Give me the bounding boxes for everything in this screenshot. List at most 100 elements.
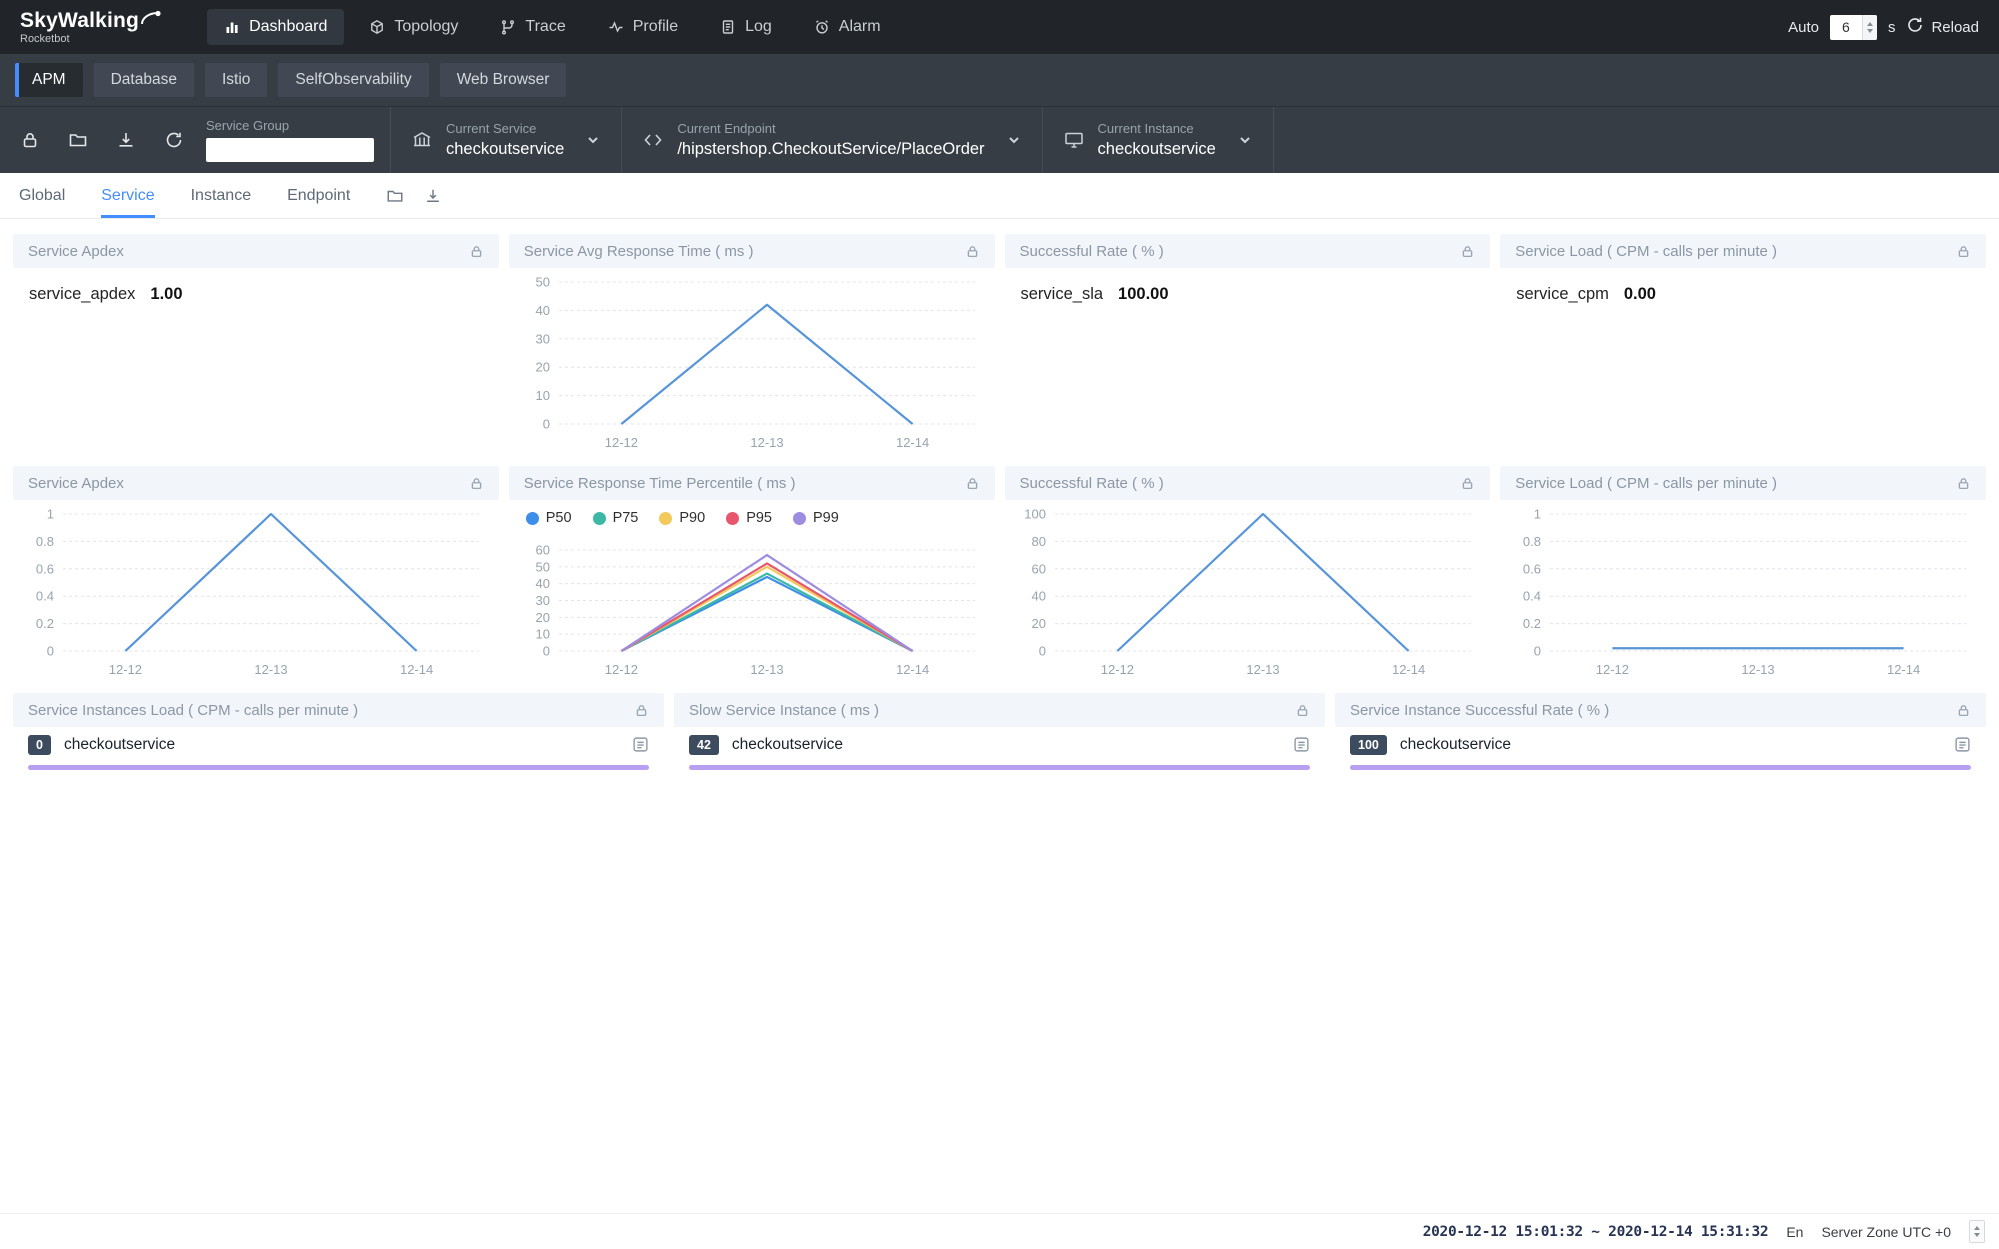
tab-instance[interactable]: Instance [191, 173, 251, 218]
nav-item-trace[interactable]: Trace [483, 9, 582, 45]
reload-button[interactable]: Reload [1906, 16, 1979, 38]
svg-text:12-13: 12-13 [750, 662, 783, 677]
legend-label: P50 [546, 510, 572, 526]
svg-text:0: 0 [1534, 644, 1541, 659]
auto-interval-value[interactable]: 6 [1830, 15, 1862, 40]
svg-text:1: 1 [47, 507, 54, 522]
metric-value: 1.00 [150, 285, 182, 304]
layer-tab-database[interactable]: Database [94, 63, 194, 97]
selector-label: Current Service [446, 121, 564, 136]
layer-tab-label: Database [111, 71, 177, 88]
svg-text:10: 10 [535, 388, 549, 403]
svg-text:0.6: 0.6 [36, 561, 54, 576]
legend-item-p50[interactable]: P50 [526, 510, 572, 526]
metric-value: 0.00 [1624, 285, 1656, 304]
card-row: Service Instances Load ( CPM - calls per… [13, 693, 1986, 781]
svg-text:20: 20 [1031, 616, 1045, 631]
lock-icon[interactable] [1956, 476, 1971, 491]
layer-tab-selfobservability[interactable]: SelfObservability [278, 63, 428, 97]
download-icon[interactable] [102, 130, 150, 150]
chevron-down-icon [1237, 132, 1253, 148]
list-item[interactable]: 100 checkoutservice [1350, 732, 1971, 757]
svg-text:0.6: 0.6 [1523, 561, 1541, 576]
layer-tab-istio[interactable]: Istio [205, 63, 267, 97]
nav-item-label: Log [745, 18, 772, 36]
lock-icon[interactable] [965, 244, 980, 259]
legend-item-p90[interactable]: P90 [659, 510, 705, 526]
list-icon[interactable] [1293, 736, 1310, 753]
svg-text:0: 0 [543, 644, 550, 659]
load-bar [689, 765, 1310, 770]
service-group-input[interactable] [206, 138, 374, 162]
lock-icon[interactable] [469, 244, 484, 259]
list-item[interactable]: 42 checkoutservice [689, 732, 1310, 757]
zone-stepper[interactable] [1969, 1220, 1985, 1243]
svg-text:12-14: 12-14 [896, 435, 929, 450]
selector-toolbar: Service Group Current Service checkoutse… [0, 107, 1999, 173]
auto-interval-input[interactable]: 6 [1830, 15, 1877, 40]
svg-text:20: 20 [535, 610, 549, 625]
lock-icon[interactable] [1460, 476, 1475, 491]
lock-icon[interactable] [1956, 703, 1971, 718]
nav-item-label: Trace [525, 18, 565, 36]
folder-icon[interactable] [386, 187, 404, 205]
list-item[interactable]: 0 checkoutservice [28, 732, 649, 757]
card-row: Service Apdex 00.20.40.60.8112-1212-1312… [13, 466, 1986, 683]
topology-icon [369, 19, 385, 35]
legend-item-p99[interactable]: P99 [793, 510, 839, 526]
lock-icon[interactable] [469, 476, 484, 491]
chevron-down-icon [585, 132, 601, 148]
service-apdex-chart: 00.20.40.60.8112-1212-1312-14 [13, 500, 499, 683]
nav-item-dashboard[interactable]: Dashboard [207, 9, 344, 45]
nav-item-alarm[interactable]: Alarm [797, 9, 898, 45]
lock-icon[interactable] [634, 703, 649, 718]
current-service-selector[interactable]: Current Service checkoutservice [391, 107, 621, 173]
nav-item-profile[interactable]: Profile [591, 9, 695, 45]
layer-tab-apm[interactable]: APM [15, 63, 83, 97]
legend-item-p75[interactable]: P75 [593, 510, 639, 526]
service-icon [411, 129, 433, 151]
lock-icon[interactable] [965, 476, 980, 491]
auto-reload-controls: Auto 6 s Reload [1788, 15, 1979, 40]
card-title: Successful Rate ( % ) [1020, 475, 1164, 492]
lock-icon[interactable] [1295, 703, 1310, 718]
language-toggle[interactable]: En [1786, 1224, 1803, 1240]
svg-text:60: 60 [535, 543, 549, 558]
svg-text:0.8: 0.8 [36, 534, 54, 549]
lock-icon[interactable] [1460, 244, 1475, 259]
lock-icon[interactable] [6, 130, 54, 150]
card-header: Slow Service Instance ( ms ) [674, 693, 1325, 727]
card-slow-service-instance: Slow Service Instance ( ms ) 42 checkout… [674, 693, 1325, 781]
card-header: Service Apdex [13, 234, 499, 268]
card-title: Service Load ( CPM - calls per minute ) [1515, 475, 1777, 492]
list-icon[interactable] [632, 736, 649, 753]
legend-item-p95[interactable]: P95 [726, 510, 772, 526]
layer-tab-web-browser[interactable]: Web Browser [440, 63, 567, 97]
svg-text:80: 80 [1031, 534, 1045, 549]
nav-item-topology[interactable]: Topology [352, 9, 475, 45]
trace-icon [500, 19, 516, 35]
svg-text:12-13: 12-13 [254, 662, 287, 677]
card-service-instances-load: Service Instances Load ( CPM - calls per… [13, 693, 664, 781]
legend-dot [526, 512, 539, 525]
tab-global[interactable]: Global [19, 173, 65, 218]
download-icon[interactable] [424, 187, 442, 205]
selector-text: Current Endpoint /hipstershop.CheckoutSe… [677, 121, 984, 159]
svg-text:0.4: 0.4 [36, 589, 54, 604]
legend-dot [593, 512, 606, 525]
nav-item-label: Alarm [839, 18, 881, 36]
refresh-icon[interactable] [150, 130, 198, 150]
percentile-body: P50 P75 P90 P95 P99 010203040506012-1212… [509, 500, 995, 683]
list-icon[interactable] [1954, 736, 1971, 753]
load-bar [28, 765, 649, 770]
spinner-arrows-icon[interactable] [1862, 15, 1877, 40]
current-endpoint-selector[interactable]: Current Endpoint /hipstershop.CheckoutSe… [622, 107, 1041, 173]
time-range-picker[interactable]: 2020-12-12 15:01:32 ~ 2020-12-14 15:31:3… [1423, 1224, 1769, 1240]
lock-icon[interactable] [1956, 244, 1971, 259]
card-title: Service Response Time Percentile ( ms ) [524, 475, 796, 492]
current-instance-selector[interactable]: Current Instance checkoutservice [1043, 107, 1273, 173]
nav-item-log[interactable]: Log [703, 9, 789, 45]
tab-service[interactable]: Service [101, 173, 154, 218]
folder-icon[interactable] [54, 130, 102, 150]
tab-endpoint[interactable]: Endpoint [287, 173, 350, 218]
